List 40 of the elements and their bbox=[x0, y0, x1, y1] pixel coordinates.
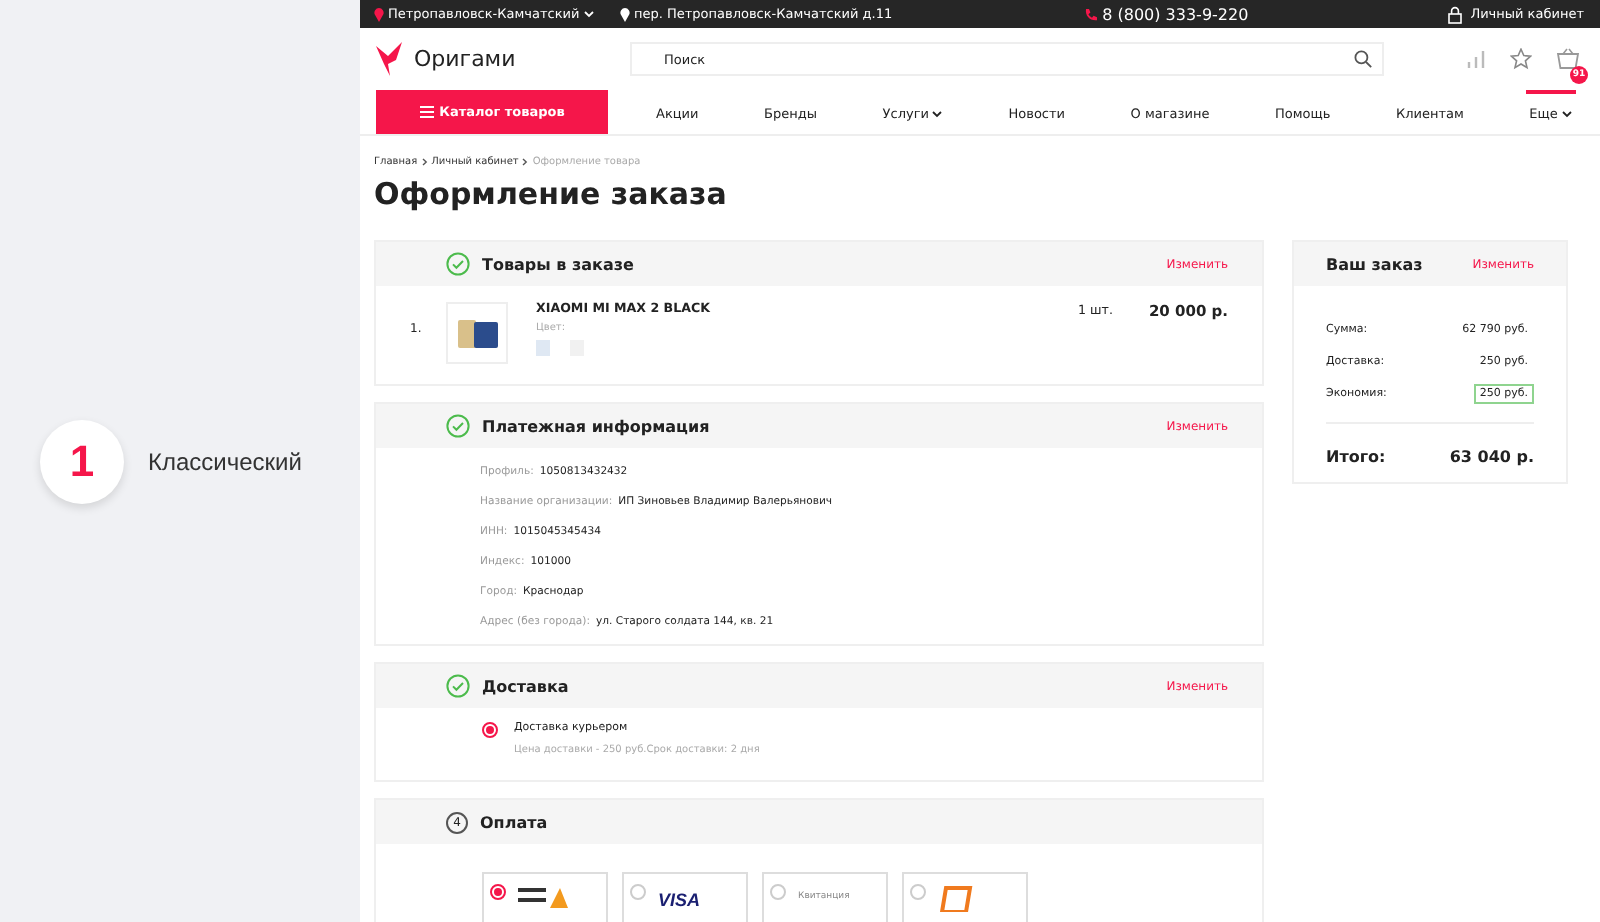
section-title: Платежная информация bbox=[482, 417, 710, 435]
radio-button[interactable] bbox=[630, 884, 646, 900]
check-circle-icon bbox=[446, 413, 470, 437]
location-pin-icon bbox=[374, 7, 384, 21]
star-icon[interactable] bbox=[1510, 48, 1532, 70]
list-icon bbox=[419, 106, 434, 118]
section-title: Товары в заказе bbox=[482, 255, 634, 273]
chevron-down-icon bbox=[583, 10, 594, 18]
summary-title: Ваш заказ bbox=[1326, 255, 1423, 273]
bar-chart-icon[interactable] bbox=[1466, 50, 1486, 68]
radio-button[interactable] bbox=[770, 884, 786, 900]
radio-button[interactable] bbox=[482, 722, 498, 738]
terminal-icon bbox=[938, 884, 978, 912]
location-pin-icon bbox=[620, 7, 630, 21]
radio-button[interactable] bbox=[490, 884, 506, 900]
chevron-right-icon bbox=[421, 158, 428, 166]
section-title: Оплата bbox=[480, 813, 548, 831]
total-label: Итого: bbox=[1326, 448, 1386, 466]
phone-icon bbox=[1084, 7, 1099, 21]
payment-option[interactable] bbox=[482, 872, 608, 922]
radio-button[interactable] bbox=[910, 884, 926, 900]
basket-icon bbox=[1556, 48, 1580, 70]
chevron-down-icon bbox=[1561, 110, 1572, 118]
bird-logo-icon bbox=[376, 42, 404, 76]
number-badge: 1 bbox=[40, 419, 124, 503]
logo-text: Оригами bbox=[414, 46, 516, 72]
chevron-right-icon bbox=[522, 158, 529, 166]
check-circle-icon bbox=[446, 673, 470, 697]
page-title: Оформление заказа bbox=[374, 176, 729, 212]
phone-number[interactable]: 8 (800) 333-9-220 bbox=[1084, 5, 1249, 23]
search-icon[interactable] bbox=[1354, 50, 1372, 68]
payment-option[interactable]: VISA bbox=[622, 872, 748, 922]
section-title: Доставка bbox=[482, 677, 569, 695]
card-logo: VISA bbox=[658, 890, 701, 910]
variant-label: Классический bbox=[148, 447, 302, 475]
lock-icon bbox=[1448, 5, 1463, 23]
color-swatch[interactable] bbox=[536, 340, 550, 356]
check-circle-icon bbox=[446, 251, 470, 275]
chevron-down-icon bbox=[932, 110, 943, 118]
total-value: 63 040 р. bbox=[1449, 448, 1534, 466]
